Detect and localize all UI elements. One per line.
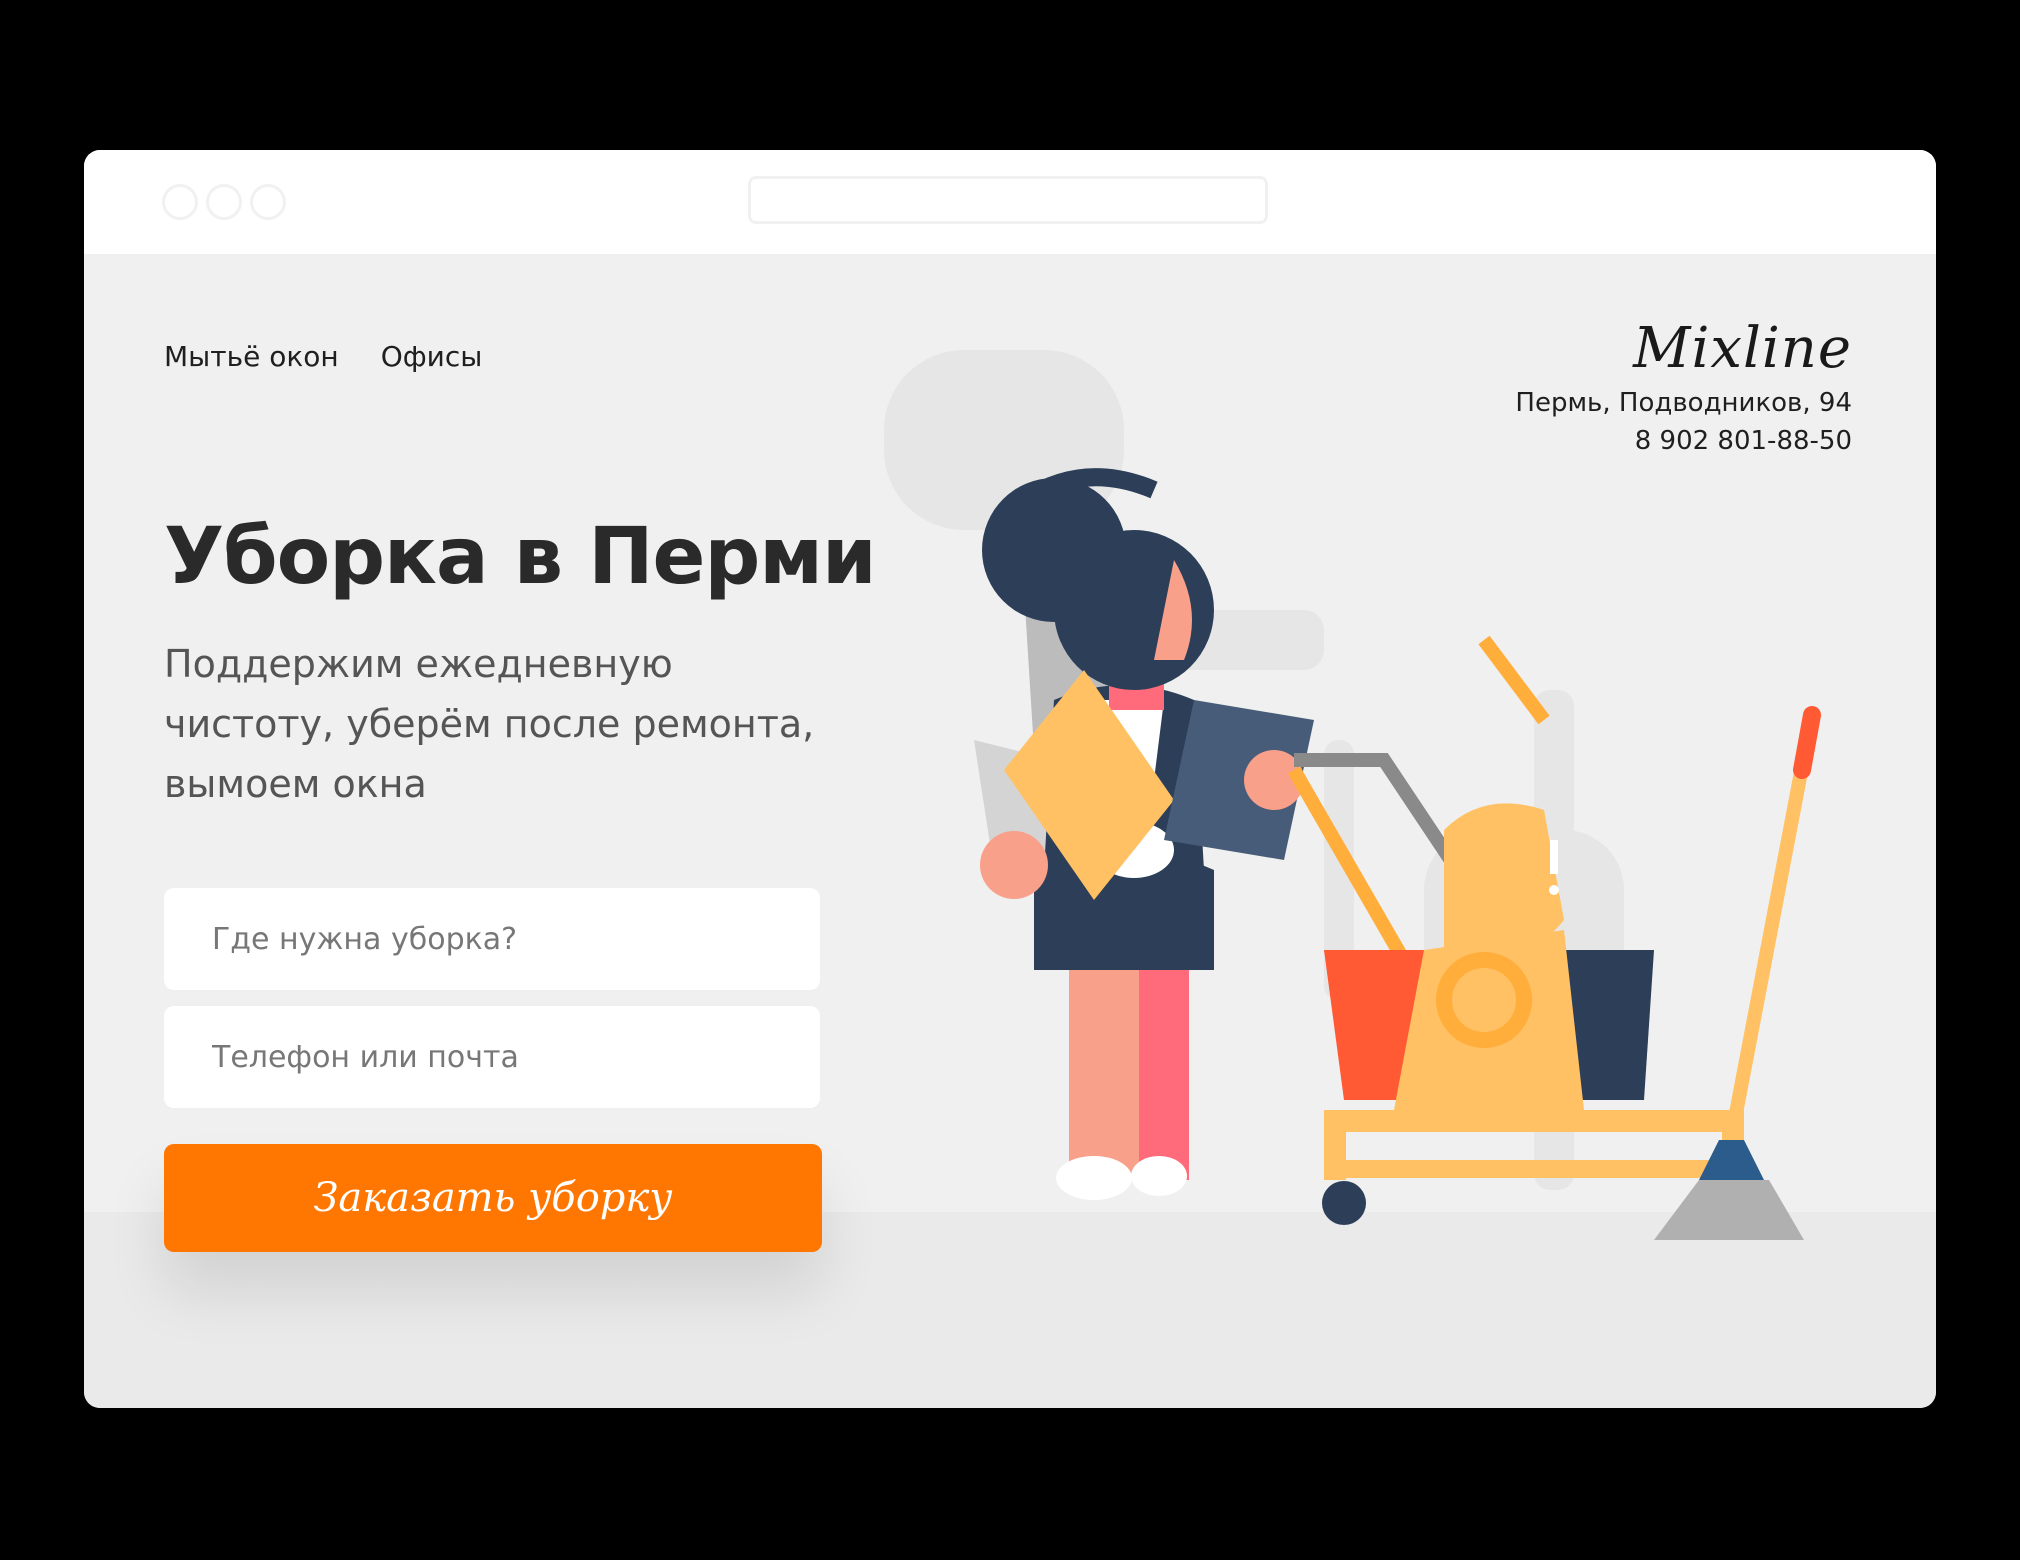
address-bar[interactable] xyxy=(748,176,1268,224)
nav-link-windows[interactable]: Мытьё окон xyxy=(164,340,339,373)
woman-leg xyxy=(1139,960,1189,1180)
location-input[interactable] xyxy=(164,888,820,990)
order-cleaning-button[interactable]: Заказать уборку xyxy=(164,1144,822,1252)
cleaning-illustration xyxy=(884,350,1821,1240)
cart-wheel xyxy=(1322,1181,1366,1225)
hero-subtitle: Поддержим ежедневную чистоту, уберём пос… xyxy=(164,642,815,806)
window-control-dot[interactable] xyxy=(206,184,242,220)
browser-titlebar xyxy=(84,150,1936,254)
woman-hand xyxy=(980,831,1048,899)
shoe xyxy=(1131,1156,1187,1196)
nav-link-offices[interactable]: Офисы xyxy=(381,340,483,373)
window-control-dot[interactable] xyxy=(250,184,286,220)
mop-head xyxy=(1654,1180,1804,1240)
woman-leg xyxy=(1069,960,1149,1180)
window-control-dot[interactable] xyxy=(162,184,198,220)
wringer-mark xyxy=(1549,885,1559,895)
wringer-lever xyxy=(1478,635,1550,725)
hero-title: Уборка в Перми xyxy=(164,512,877,602)
mop-stick xyxy=(1722,728,1816,1152)
browser-window: Мытьё окон Офисы Mixline Пермь, Подводни… xyxy=(84,150,1936,1408)
cart-frame xyxy=(1324,1110,1744,1132)
shoe xyxy=(1056,1156,1132,1200)
mop-stick-tip xyxy=(1793,706,1821,779)
cart-frame xyxy=(1324,1160,1744,1178)
top-nav: Мытьё окон Офисы xyxy=(164,340,482,373)
wringer-mark xyxy=(1550,840,1558,874)
contact-input[interactable] xyxy=(164,1006,820,1108)
